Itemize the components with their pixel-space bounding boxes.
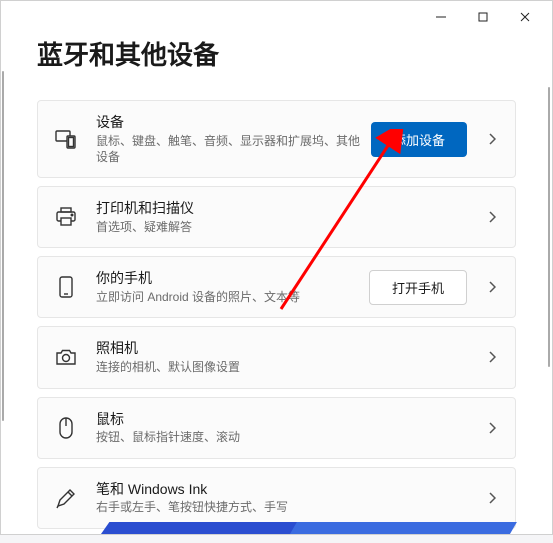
card-actions	[477, 489, 501, 507]
camera-icon	[52, 343, 80, 371]
mouse-icon	[52, 414, 80, 442]
card-title: 设备	[96, 113, 371, 132]
card-sub: 立即访问 Android 设备的照片、文本等	[96, 289, 369, 305]
card-sub: 鼠标、键盘、触笔、音频、显示器和扩展坞、其他设备	[96, 133, 371, 165]
card-actions: 添加设备	[371, 122, 501, 157]
minimize-button[interactable]	[420, 2, 462, 32]
card-title: 照相机	[96, 339, 477, 358]
add-device-button[interactable]: 添加设备	[371, 122, 467, 157]
card-sub: 连接的相机、默认图像设置	[96, 359, 477, 375]
card-texts: 鼠标 按钮、鼠标指针速度、滚动	[96, 410, 477, 446]
card-title: 笔和 Windows Ink	[96, 480, 477, 499]
card-actions: 打开手机	[369, 270, 501, 305]
titlebar	[1, 1, 552, 33]
card-actions	[477, 348, 501, 366]
page-title: 蓝牙和其他设备	[37, 35, 516, 72]
card-printers[interactable]: 打印机和扫描仪 首选项、疑难解答	[37, 186, 516, 248]
chevron-right-icon	[483, 208, 501, 226]
chevron-right-icon	[483, 348, 501, 366]
maximize-button[interactable]	[462, 2, 504, 32]
card-camera[interactable]: 照相机 连接的相机、默认图像设置	[37, 326, 516, 388]
phone-icon	[52, 273, 80, 301]
content-area: 设备 鼠标、键盘、触笔、音频、显示器和扩展坞、其他设备 添加设备	[1, 86, 552, 543]
scrollbar-left[interactable]	[2, 71, 4, 421]
card-pen[interactable]: 笔和 Windows Ink 右手或左手、笔按钮快捷方式、手写	[37, 467, 516, 529]
close-button[interactable]	[504, 2, 546, 32]
card-texts: 设备 鼠标、键盘、触笔、音频、显示器和扩展坞、其他设备	[96, 113, 371, 165]
card-title: 你的手机	[96, 269, 369, 288]
page-header: 蓝牙和其他设备	[1, 33, 552, 86]
printer-icon	[52, 203, 80, 231]
chevron-right-icon	[483, 278, 501, 296]
chevron-right-icon	[483, 130, 501, 148]
taskbar-edge	[1, 522, 552, 534]
scrollbar-right[interactable]	[548, 87, 550, 367]
card-mouse[interactable]: 鼠标 按钮、鼠标指针速度、滚动	[37, 397, 516, 459]
card-texts: 照相机 连接的相机、默认图像设置	[96, 339, 477, 375]
chevron-right-icon	[483, 489, 501, 507]
card-title: 打印机和扫描仪	[96, 199, 477, 218]
card-texts: 你的手机 立即访问 Android 设备的照片、文本等	[96, 269, 369, 305]
settings-window: 蓝牙和其他设备 设备 鼠标、键盘、触笔、音频、显示器和扩展坞、其他设备 添加设备	[0, 0, 553, 535]
devices-icon	[52, 125, 80, 153]
chevron-right-icon	[483, 419, 501, 437]
card-sub: 首选项、疑难解答	[96, 219, 477, 235]
card-sub: 右手或左手、笔按钮快捷方式、手写	[96, 499, 477, 515]
card-title: 鼠标	[96, 410, 477, 429]
card-devices[interactable]: 设备 鼠标、键盘、触笔、音频、显示器和扩展坞、其他设备 添加设备	[37, 100, 516, 178]
card-texts: 笔和 Windows Ink 右手或左手、笔按钮快捷方式、手写	[96, 480, 477, 516]
card-actions	[477, 208, 501, 226]
card-texts: 打印机和扫描仪 首选项、疑难解答	[96, 199, 477, 235]
open-phone-button[interactable]: 打开手机	[369, 270, 467, 305]
pen-icon	[52, 484, 80, 512]
card-phone[interactable]: 你的手机 立即访问 Android 设备的照片、文本等 打开手机	[37, 256, 516, 318]
card-sub: 按钮、鼠标指针速度、滚动	[96, 429, 477, 445]
card-actions	[477, 419, 501, 437]
